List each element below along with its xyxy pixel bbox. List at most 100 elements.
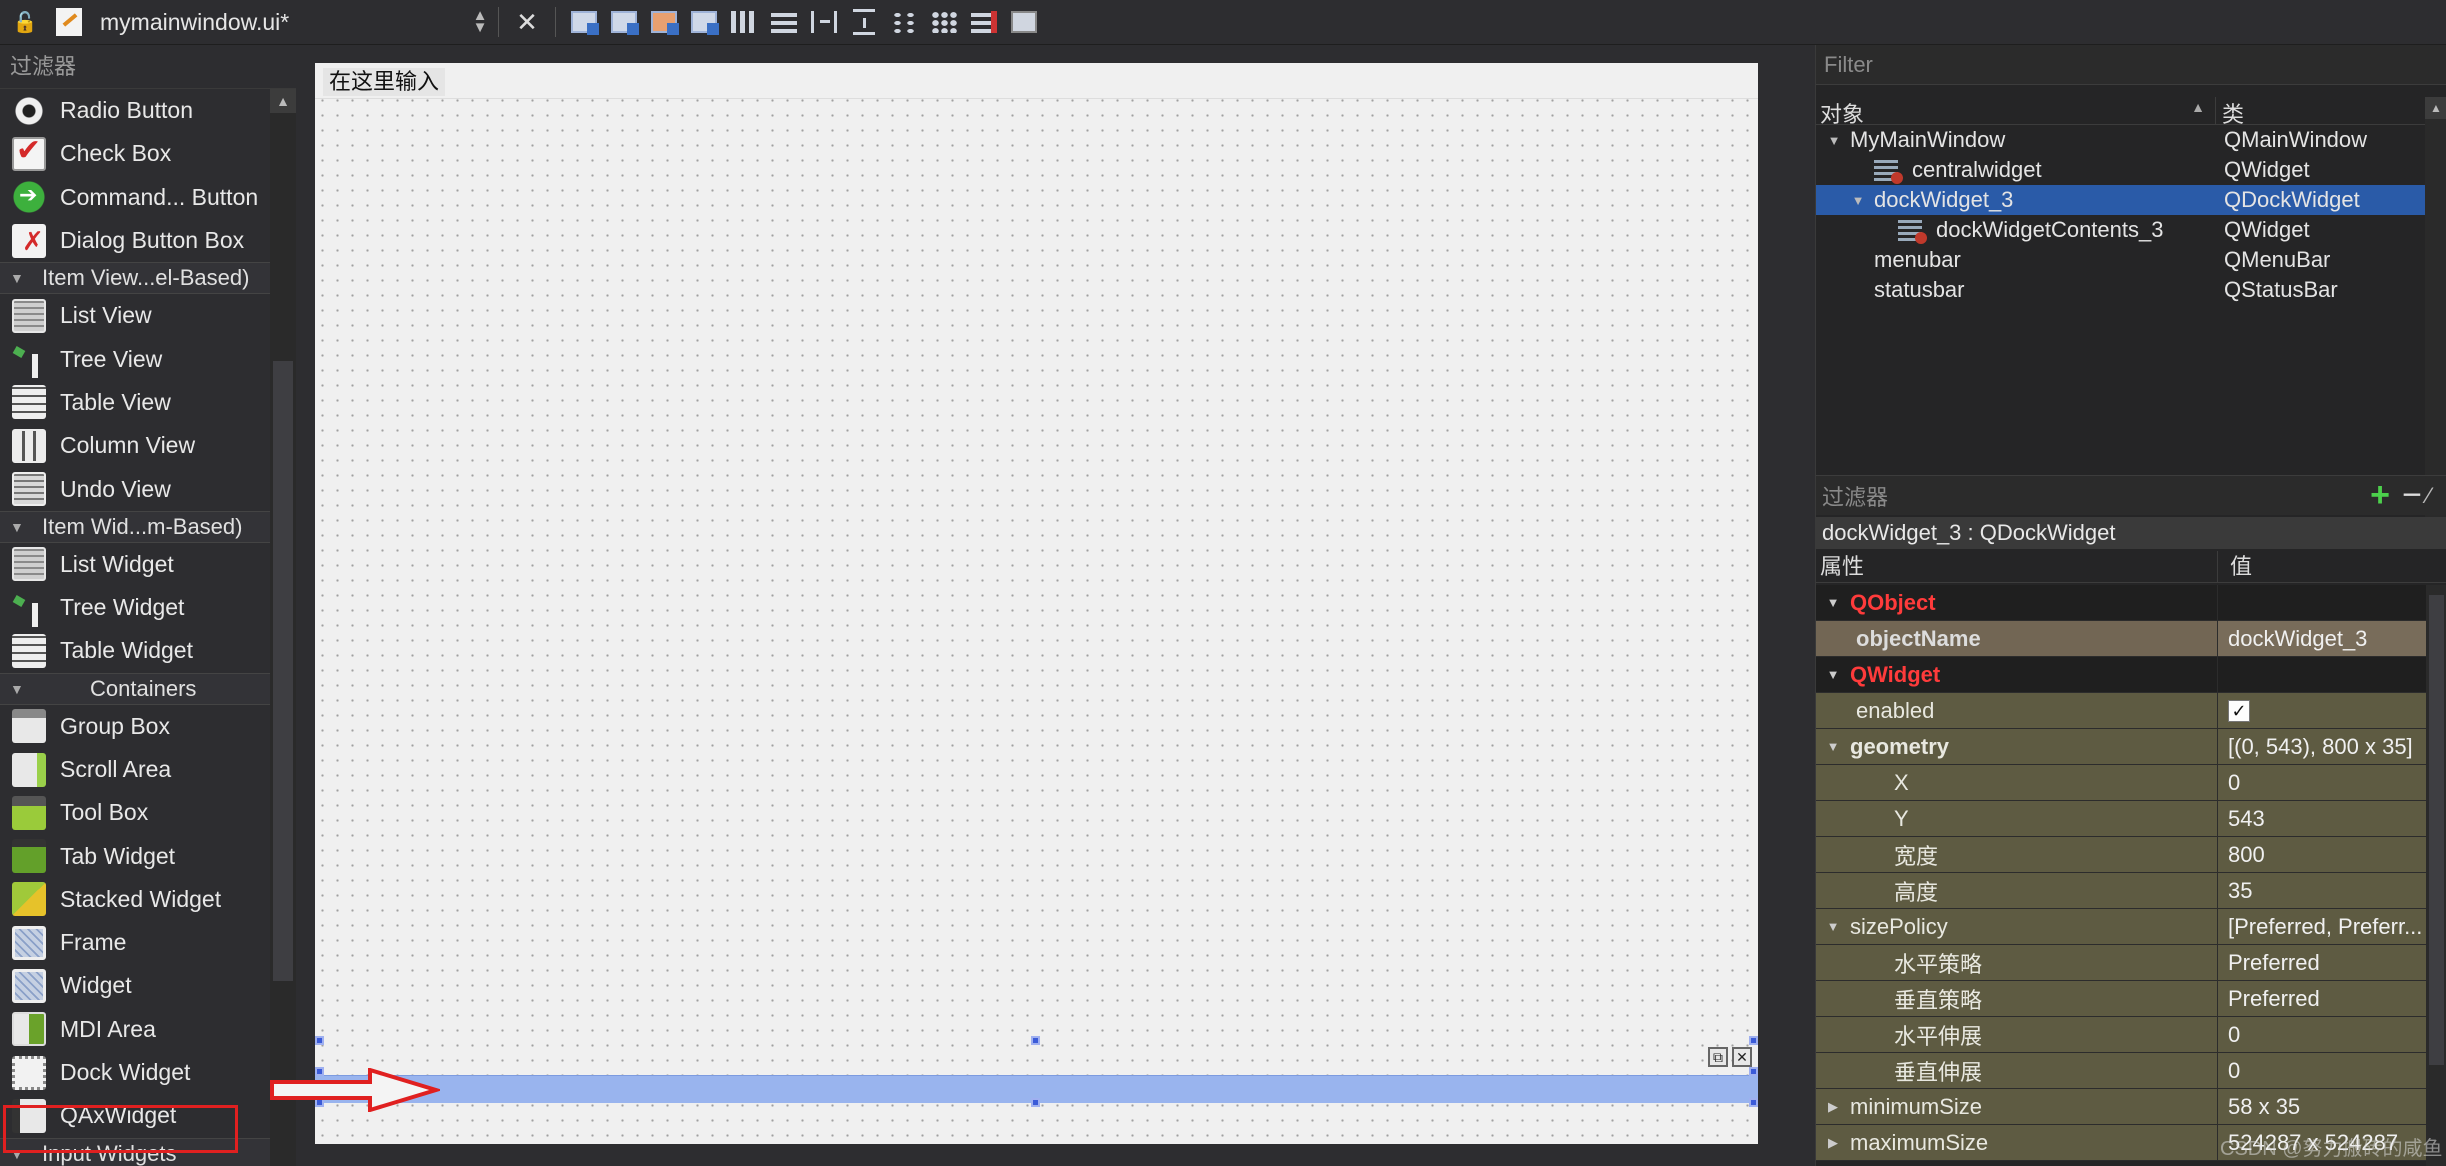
property-row[interactable]: ▶ minimumSize 58 x 35 bbox=[1816, 1089, 2426, 1125]
splitter-horizontal-icon[interactable] bbox=[809, 7, 839, 37]
property-row[interactable]: ▼ geometry [(0, 543), 800 x 35] bbox=[1816, 729, 2426, 765]
expand-arrow-icon[interactable]: ▼ bbox=[1816, 595, 1850, 610]
widget-item-tool-box[interactable]: Tool Box bbox=[0, 791, 270, 834]
form-menubar[interactable]: 在这里输入 bbox=[315, 63, 1758, 99]
menu-type-here[interactable]: 在这里输入 bbox=[323, 68, 446, 96]
checkbox-checked[interactable]: ✓ bbox=[2228, 699, 2250, 722]
add-property-icon[interactable]: + bbox=[2363, 476, 2397, 515]
property-value[interactable]: 0 bbox=[2228, 1058, 2240, 1084]
column-header-class[interactable]: 类 bbox=[2216, 97, 2244, 127]
dock-close-icon[interactable]: ✕ bbox=[1732, 1047, 1752, 1067]
expand-arrow-icon[interactable]: ▼ bbox=[1816, 667, 1850, 682]
file-selector-spin-icon[interactable]: ▲ ▼ bbox=[470, 8, 490, 35]
widget-item-dock-widget[interactable]: Dock Widget bbox=[0, 1051, 270, 1094]
property-value[interactable]: 58 x 35 bbox=[2228, 1094, 2300, 1120]
scroll-up-icon[interactable]: ▲ bbox=[270, 89, 296, 113]
property-value[interactable]: 35 bbox=[2228, 878, 2252, 904]
property-value[interactable]: Preferred bbox=[2228, 986, 2320, 1012]
expand-arrow-icon[interactable]: ▶ bbox=[1816, 1135, 1850, 1151]
adjust-size-icon[interactable] bbox=[1009, 7, 1039, 37]
expand-arrow-icon[interactable]: ▼ bbox=[1848, 193, 1868, 208]
widget-category[interactable]: ▼ Item View...el-Based) bbox=[0, 262, 270, 295]
widget-box-filter[interactable]: 过滤器 bbox=[0, 45, 296, 89]
configure-icon[interactable]: ⁄ bbox=[2427, 483, 2446, 509]
property-value[interactable]: dockWidget_3 bbox=[2228, 626, 2367, 652]
property-value[interactable]: 0 bbox=[2228, 1022, 2240, 1048]
object-row[interactable]: ▼ dockWidget_3 QDockWidget bbox=[1816, 185, 2446, 215]
widget-item-undo-view[interactable]: Undo View bbox=[0, 467, 270, 510]
property-row[interactable]: 高度 35 bbox=[1816, 873, 2426, 909]
splitter-vertical-icon[interactable] bbox=[849, 7, 879, 37]
selection-handle[interactable] bbox=[1749, 1098, 1758, 1107]
lock-icon[interactable]: 🔓 bbox=[10, 7, 40, 37]
property-row[interactable]: 水平伸展 0 bbox=[1816, 1017, 2426, 1053]
widget-item-tree-widget[interactable]: Tree Widget bbox=[0, 586, 270, 629]
column-header-value[interactable]: 值 bbox=[2218, 551, 2252, 582]
expand-arrow-icon[interactable]: ▼ bbox=[1816, 739, 1850, 754]
object-inspector-scrollbar[interactable]: ▲ bbox=[2425, 97, 2446, 517]
property-value[interactable]: 800 bbox=[2228, 842, 2265, 868]
selection-handle[interactable] bbox=[1749, 1067, 1758, 1076]
property-row[interactable]: 水平策略 Preferred bbox=[1816, 945, 2426, 981]
layout-horizontal-icon[interactable] bbox=[729, 7, 759, 37]
widget-item-stacked-widget[interactable]: Stacked Widget bbox=[0, 878, 270, 921]
object-row[interactable]: centralwidget QWidget bbox=[1816, 155, 2446, 185]
widget-item-scroll-area[interactable]: Scroll Area bbox=[0, 748, 270, 791]
scroll-thumb[interactable] bbox=[273, 361, 293, 981]
property-value[interactable]: 0 bbox=[2228, 770, 2240, 796]
remove-property-icon[interactable]: − bbox=[2397, 476, 2427, 515]
edit-widgets-icon[interactable] bbox=[569, 7, 599, 37]
property-row[interactable]: Y 543 bbox=[1816, 801, 2426, 837]
scroll-thumb[interactable] bbox=[2429, 595, 2444, 1065]
property-value[interactable]: [Preferred, Preferr... bbox=[2228, 914, 2422, 940]
widget-item-widget[interactable]: Widget bbox=[0, 964, 270, 1007]
expand-arrow-icon[interactable]: ▼ bbox=[1824, 133, 1844, 148]
layout-vertical-icon[interactable] bbox=[769, 7, 799, 37]
property-row[interactable]: 垂直策略 Preferred bbox=[1816, 981, 2426, 1017]
close-file-icon[interactable]: ✕ bbox=[512, 7, 542, 37]
expand-arrow-icon[interactable]: ▶ bbox=[1816, 1099, 1850, 1115]
column-header-object[interactable]: 对象 ▲ bbox=[1816, 97, 2216, 127]
property-row[interactable]: objectName dockWidget_3 bbox=[1816, 621, 2426, 657]
widget-category[interactable]: ▼ Containers bbox=[0, 672, 270, 705]
widget-item-list-widget[interactable]: List Widget bbox=[0, 543, 270, 586]
main-window-form[interactable] bbox=[315, 63, 1758, 1144]
property-row[interactable]: 垂直伸展 0 bbox=[1816, 1053, 2426, 1089]
widget-item-check-box[interactable]: Check Box bbox=[0, 132, 270, 175]
widget-item-command-link-button[interactable]: Command... Button bbox=[0, 176, 270, 219]
layout-form-icon[interactable] bbox=[889, 7, 919, 37]
property-row[interactable]: X0 bbox=[1816, 765, 2426, 801]
edit-buddies-icon[interactable] bbox=[649, 7, 679, 37]
widget-item-radio-button[interactable]: Radio Button bbox=[0, 89, 270, 132]
object-row[interactable]: dockWidgetContents_3 QWidget bbox=[1816, 215, 2446, 245]
edit-tab-order-icon[interactable] bbox=[689, 7, 719, 37]
property-row[interactable]: ▼ sizePolicy [Preferred, Preferr... bbox=[1816, 909, 2426, 945]
object-filter-input[interactable] bbox=[1816, 45, 2446, 84]
widget-item-list-view[interactable]: List View bbox=[0, 294, 270, 337]
property-value[interactable]: Preferred bbox=[2228, 950, 2320, 976]
open-file-selector[interactable]: mymainwindow.ui* bbox=[100, 9, 470, 36]
property-filter[interactable]: 过滤器 bbox=[1816, 480, 2363, 512]
property-editor-scrollbar[interactable] bbox=[2426, 585, 2446, 1166]
break-layout-icon[interactable] bbox=[969, 7, 999, 37]
selection-handle[interactable] bbox=[1749, 1036, 1758, 1045]
selection-handle[interactable] bbox=[315, 1036, 324, 1045]
object-inspector-filter[interactable] bbox=[1816, 45, 2446, 85]
widget-item-dialog-button-box[interactable]: Dialog Button Box bbox=[0, 219, 270, 262]
widget-item-table-widget[interactable]: Table Widget bbox=[0, 629, 270, 672]
widget-item-group-box[interactable]: Group Box bbox=[0, 705, 270, 748]
object-row[interactable]: statusbar QStatusBar bbox=[1816, 275, 2446, 305]
property-group[interactable]: ▼ QObject bbox=[1816, 585, 2426, 621]
widget-item-frame[interactable]: Frame bbox=[0, 921, 270, 964]
expand-arrow-icon[interactable]: ▼ bbox=[1816, 919, 1850, 934]
object-row[interactable]: ▼ MyMainWindow QMainWindow bbox=[1816, 125, 2446, 155]
widget-item-column-view[interactable]: Column View bbox=[0, 424, 270, 467]
dock-float-icon[interactable]: ⧉ bbox=[1708, 1047, 1728, 1067]
property-value[interactable]: [(0, 543), 800 x 35] bbox=[2228, 734, 2413, 760]
property-row[interactable]: 宽度 800 bbox=[1816, 837, 2426, 873]
scroll-up-icon[interactable]: ▲ bbox=[2425, 97, 2446, 119]
property-row[interactable]: enabled ✓ bbox=[1816, 693, 2426, 729]
widget-box-scrollbar[interactable]: ▲ bbox=[270, 89, 296, 1166]
widget-item-tree-view[interactable]: Tree View bbox=[0, 337, 270, 380]
selection-handle[interactable] bbox=[1031, 1036, 1040, 1045]
